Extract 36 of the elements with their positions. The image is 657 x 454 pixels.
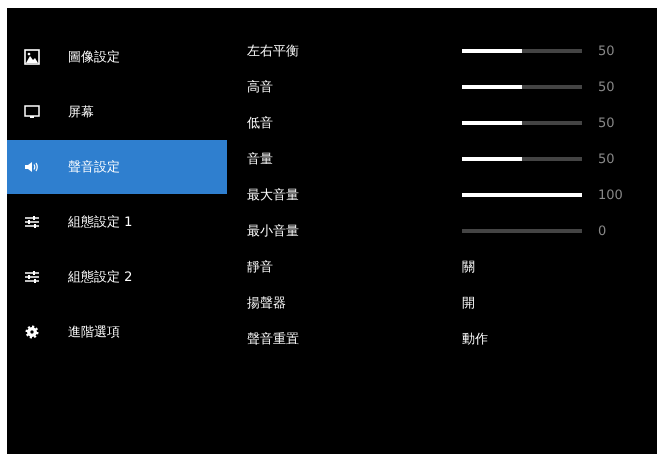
option-value[interactable]: 關 xyxy=(462,258,475,276)
slider-value: 100 xyxy=(598,188,623,202)
slider[interactable] xyxy=(462,157,582,161)
picture-icon xyxy=(24,49,40,65)
setting-label: 左右平衡 xyxy=(247,43,300,60)
slider-value: 50 xyxy=(598,152,615,166)
option-value[interactable]: 開 xyxy=(462,294,475,312)
speaker-icon xyxy=(24,159,40,175)
sidebar-item[interactable]: 圖像設定 xyxy=(7,30,227,84)
sidebar-item[interactable]: 屏幕 xyxy=(7,85,227,139)
setting-label: 最大音量 xyxy=(247,187,300,204)
setting-label: 揚聲器 xyxy=(247,295,287,312)
sidebar-item[interactable]: 組態設定 1 xyxy=(7,195,227,249)
option-value[interactable]: 動作 xyxy=(462,330,488,348)
slider[interactable] xyxy=(462,229,582,233)
slider[interactable] xyxy=(462,121,582,125)
setting-label: 聲音重置 xyxy=(247,331,300,348)
sidebar-item[interactable]: 組態設定 2 xyxy=(7,250,227,304)
slider[interactable] xyxy=(462,85,582,89)
slider[interactable] xyxy=(462,193,582,197)
setting-label: 音量 xyxy=(247,151,274,168)
setting-label: 高音 xyxy=(247,79,274,96)
slider-value: 50 xyxy=(598,44,615,58)
slider-value: 50 xyxy=(598,116,615,130)
gear-icon xyxy=(24,324,40,340)
sidebar-item[interactable]: 聲音設定 xyxy=(7,140,227,194)
slider[interactable] xyxy=(462,49,582,53)
slider-value: 50 xyxy=(598,80,615,94)
setting-label: 最小音量 xyxy=(247,223,300,240)
monitor-icon xyxy=(24,104,40,120)
setting-label: 低音 xyxy=(247,115,274,132)
setting-label: 靜音 xyxy=(247,259,274,276)
sliders-icon xyxy=(24,214,40,230)
sliders-icon xyxy=(24,269,40,285)
sidebar-item[interactable]: 進階選項 xyxy=(7,305,227,359)
slider-value: 0 xyxy=(598,224,606,238)
